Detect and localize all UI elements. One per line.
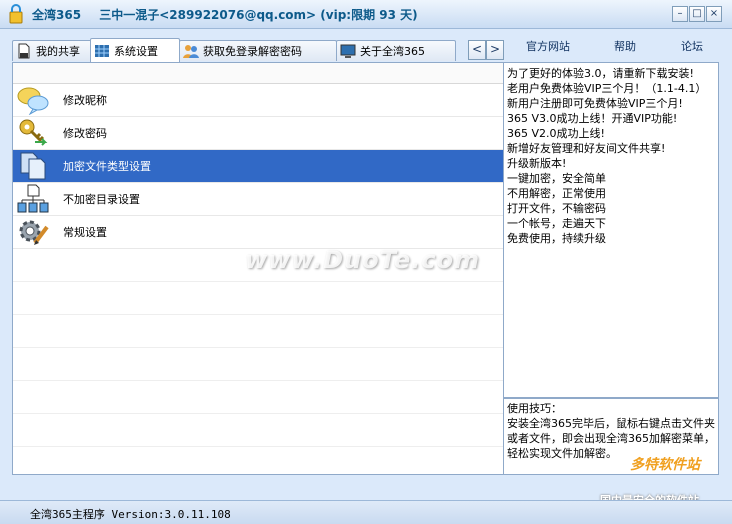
list-item-label: 加密文件类型设置 xyxy=(63,160,151,173)
status-bar: 全湾365主程序 Version:3.0.11.108 xyxy=(0,500,732,524)
news-line: 打开文件，不输密码 xyxy=(507,202,606,215)
news-line: 新用户注册即可免费体验VIP三个月! xyxy=(507,97,683,110)
close-button[interactable]: × xyxy=(706,6,722,22)
empty-row xyxy=(13,347,503,348)
list-item-encrypt-file-types[interactable]: 加密文件类型设置 xyxy=(13,150,503,183)
empty-row xyxy=(13,446,503,447)
list-item-label: 不加密目录设置 xyxy=(63,193,140,206)
document-icon xyxy=(18,43,30,59)
tab-next-button[interactable]: > xyxy=(486,40,504,60)
news-line: 新增好友管理和好友间文件共享! xyxy=(507,142,666,155)
tab-label: 关于全湾365 xyxy=(360,45,425,58)
list-item-change-password[interactable]: 修改密码 xyxy=(13,117,503,150)
documents-icon xyxy=(20,152,46,180)
empty-row xyxy=(13,413,503,414)
news-line: 免费使用，持续升级 xyxy=(507,232,606,245)
gear-icon xyxy=(19,220,49,245)
tab-label: 我的共享 xyxy=(36,45,80,58)
forum-link[interactable]: 论坛 xyxy=(681,38,703,54)
list-item-label: 常规设置 xyxy=(63,226,107,239)
watermark-text: www.DuoTe.com xyxy=(245,246,480,274)
news-line: 365 V2.0成功上线! xyxy=(507,127,605,140)
empty-row xyxy=(13,314,503,315)
news-line: 不用解密，正常使用 xyxy=(507,187,606,200)
list-item-label: 修改昵称 xyxy=(63,94,107,107)
tab-system-settings[interactable]: 系统设置 xyxy=(90,38,180,62)
news-line: 为了更好的体验3.0，请重新下载安装! xyxy=(507,67,694,80)
list-item-unencrypted-dirs[interactable]: 不加密目录设置 xyxy=(13,183,503,216)
news-line: 升级新版本! xyxy=(507,157,567,170)
tab-my-share[interactable]: 我的共享 xyxy=(12,40,92,61)
list-header xyxy=(13,63,503,84)
window-title: 全湾365 三中一混子<289922076@qq.com> (vip:限期 93… xyxy=(32,6,432,23)
empty-row xyxy=(13,380,503,381)
list-item-label: 修改密码 xyxy=(63,127,107,140)
user-info: 三中一混子<289922076@qq.com> (vip:限期 93 天) xyxy=(99,8,418,22)
folder-tree-icon xyxy=(17,184,49,213)
news-line: 365 V3.0成功上线！开通VIP功能! xyxy=(507,112,678,125)
help-link[interactable]: 帮助 xyxy=(614,38,636,54)
news-line: 一个帐号，走遍天下 xyxy=(507,217,606,230)
users-icon xyxy=(183,45,199,58)
list-item-general-settings[interactable]: 常规设置 xyxy=(13,216,503,249)
maximize-button[interactable]: □ xyxy=(689,6,705,22)
title-bar: 全湾365 三中一混子<289922076@qq.com> (vip:限期 93… xyxy=(0,0,732,29)
tab-get-password[interactable]: 获取免登录解密密码 xyxy=(179,40,337,61)
tab-strip: 我的共享 系统设置 获取免登录解密密码 关于全湾365 < > xyxy=(10,38,504,62)
news-panel: 为了更好的体验3.0，请重新下载安装! 老用户免费体验VIP三个月！（1.1-4… xyxy=(503,62,719,398)
news-line: 一键加密，安全简单 xyxy=(507,172,606,185)
grid-settings-icon xyxy=(95,44,109,57)
tips-title: 使用技巧： xyxy=(507,402,562,415)
key-icon xyxy=(19,119,48,146)
watermark-logo-top: 多特软件站 xyxy=(630,457,700,473)
tab-prev-button[interactable]: < xyxy=(468,40,486,60)
official-site-link[interactable]: 官方网站 xyxy=(526,38,570,54)
minimize-button[interactable]: – xyxy=(672,6,688,22)
empty-row xyxy=(13,281,503,282)
lock-icon xyxy=(9,4,23,24)
watermark-logo: 多特软件站 国内最安全的软件站 xyxy=(600,452,730,507)
monitor-icon xyxy=(340,44,356,58)
status-text: 全湾365主程序 Version:3.0.11.108 xyxy=(30,508,231,521)
tab-label: 系统设置 xyxy=(114,44,158,58)
tab-label: 获取免登录解密密码 xyxy=(203,45,302,58)
list-item-change-nickname[interactable]: 修改昵称 xyxy=(13,84,503,117)
tab-about[interactable]: 关于全湾365 xyxy=(336,40,456,61)
news-line: 老用户免费体验VIP三个月！（1.1-4.1） xyxy=(507,82,707,95)
app-name: 全湾365 xyxy=(32,8,82,22)
chat-bubble-icon xyxy=(17,87,49,115)
